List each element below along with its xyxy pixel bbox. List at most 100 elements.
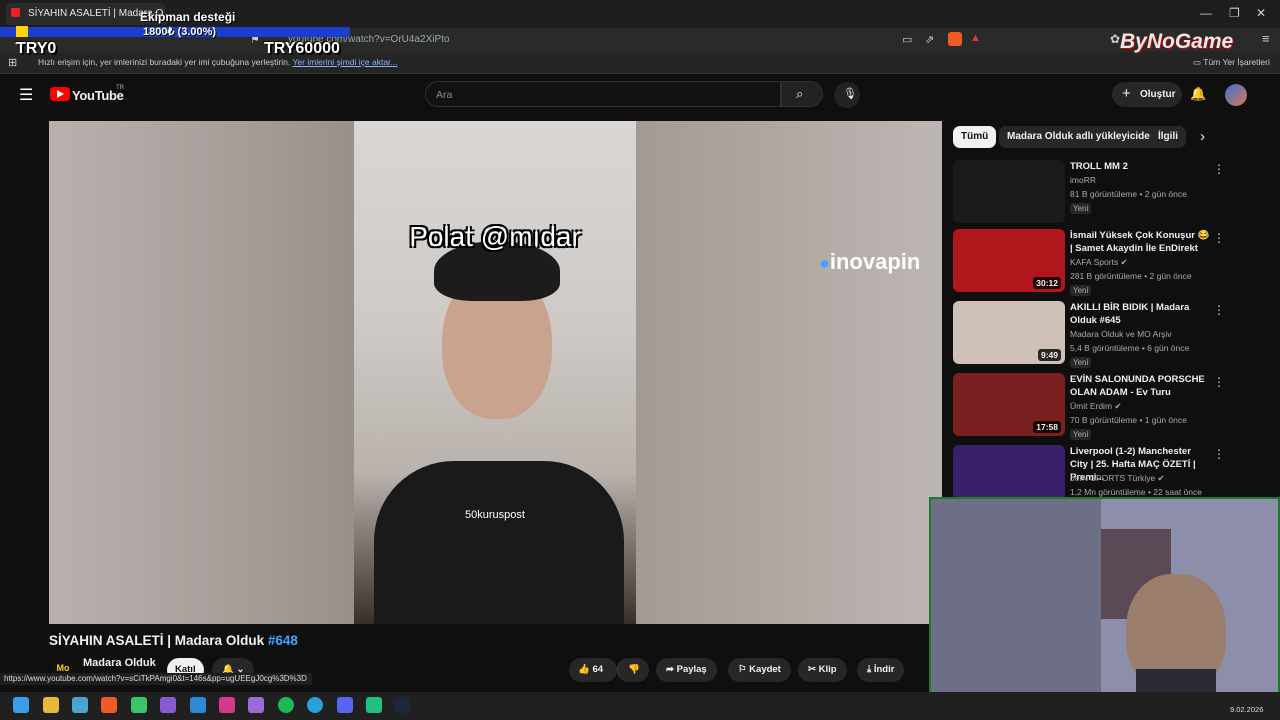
voice-search-button[interactable]: 🎙 xyxy=(834,82,860,108)
rec-channel[interactable]: beIN SPORTS Türkiye ✔ xyxy=(1070,473,1165,484)
video-watermark: 50kuruspost xyxy=(465,509,525,521)
new-badge: Yeni xyxy=(1070,357,1092,368)
new-badge: Yeni xyxy=(1070,203,1092,214)
channel-name[interactable]: Madara Olduk xyxy=(83,657,156,669)
share-icon[interactable]: ⇗ xyxy=(925,33,934,46)
import-bookmarks-link[interactable]: Yer imlerini şimdi içe aktar... xyxy=(292,57,397,67)
more-options-icon[interactable]: ⋮ xyxy=(1213,162,1225,176)
spotify-icon[interactable] xyxy=(278,697,294,713)
recommended-video[interactable]: TROLL MM 2 imoRR 81 B görüntüleme • 2 gün … xyxy=(953,160,1225,228)
extensions-icon[interactable]: ✿ xyxy=(1110,32,1120,46)
notifications-bell-icon[interactable]: 🔔 xyxy=(1190,86,1206,102)
instagram-icon[interactable] xyxy=(219,697,235,713)
app-icon[interactable] xyxy=(131,697,147,713)
video-player[interactable]: Polat @mıdar 50kuruspost ●inovapin xyxy=(49,121,942,624)
video-thumbnail[interactable] xyxy=(953,160,1065,223)
donation-progress-fill xyxy=(16,26,28,37)
vscode-icon[interactable] xyxy=(190,697,206,713)
video-title: SİYAHIN ASALETİ | Madara Olduk #648 xyxy=(49,633,298,648)
chevron-right-icon[interactable]: › xyxy=(1200,128,1205,145)
share-arrow-icon: ➦ xyxy=(666,664,674,675)
rec-meta: 1,2 Mn görüntüleme • 22 saat önce xyxy=(1070,487,1202,497)
rec-meta: 81 B görüntüleme • 2 gün önce xyxy=(1070,189,1187,199)
hamburger-icon[interactable]: ☰ xyxy=(19,85,33,105)
menu-icon[interactable]: ≡ xyxy=(1262,31,1270,46)
video-frame: Polat @mıdar 50kuruspost xyxy=(354,121,636,624)
like-button[interactable]: 👍 64 xyxy=(569,658,617,682)
donation-max: TRY60000 xyxy=(264,40,340,57)
minimize-icon[interactable]: — xyxy=(1200,6,1212,20)
video-overlay-text: Polat @mıdar xyxy=(409,221,581,252)
search-button[interactable]: ⌕ xyxy=(781,81,823,107)
new-badge: Yeni xyxy=(1070,429,1092,440)
chip-all[interactable]: Tümü xyxy=(953,126,997,148)
file-explorer-icon[interactable] xyxy=(43,697,59,713)
windows-start-icon[interactable] xyxy=(13,697,29,713)
video-duration: 9:49 xyxy=(1037,349,1061,361)
brave-shield-icon[interactable] xyxy=(948,32,962,46)
taskbar-date: 9.02.2026 xyxy=(1230,705,1264,714)
all-bookmarks-folder[interactable]: ▭ Tüm Yer İşaretleri xyxy=(1193,57,1270,68)
new-badge: Yeni xyxy=(1070,285,1092,296)
more-options-icon[interactable]: ⋮ xyxy=(1213,447,1225,461)
bynogame-logo: ByNoGame xyxy=(1120,30,1234,53)
rec-title[interactable]: İsmail Yüksek Çok Konuşur 😂 | Samet Akay… xyxy=(1070,229,1210,255)
rec-title[interactable]: TROLL MM 2 xyxy=(1070,160,1210,173)
pen-app-icon[interactable] xyxy=(248,697,264,713)
create-button[interactable]: + Oluştur xyxy=(1112,82,1182,107)
avatar[interactable] xyxy=(1225,84,1247,106)
chip-related[interactable]: İlgili xyxy=(1150,126,1186,148)
brave-browser-icon[interactable] xyxy=(101,697,117,713)
video-thumbnail[interactable]: 17:58 xyxy=(953,373,1065,436)
rec-channel[interactable]: imoRR xyxy=(1070,175,1096,185)
video-thumbnail[interactable]: 9:49 xyxy=(953,301,1065,364)
rec-meta: 281 B görüntüleme • 2 gün önce xyxy=(1070,271,1192,281)
thumbs-up-icon: 👍 xyxy=(578,664,590,675)
blurred-background-left xyxy=(49,121,354,624)
cast-icon[interactable]: ▭ xyxy=(902,33,912,46)
video-duration: 17:58 xyxy=(1033,421,1061,433)
donation-title: Ekipman desteği xyxy=(140,10,236,24)
search-icon: ⌕ xyxy=(796,86,804,101)
youtube-logo-icon[interactable] xyxy=(50,87,70,101)
share-button[interactable]: ➦ Paylaş xyxy=(656,658,717,682)
rec-title[interactable]: EVİN SALONUNDA PORSCHE OLAN ADAM - Ev Tu… xyxy=(1070,373,1210,399)
chip-uploader[interactable]: Madara Olduk adlı yükleyiciden xyxy=(999,126,1164,148)
rec-channel[interactable]: KAFA Sports ✔ xyxy=(1070,257,1128,268)
telegram-icon[interactable] xyxy=(307,697,323,713)
visual-studio-icon[interactable] xyxy=(160,697,176,713)
blurred-background-right xyxy=(636,121,942,624)
discord-icon[interactable] xyxy=(337,697,353,713)
sponsor-overlay: ●inovapin xyxy=(819,249,921,274)
rec-title[interactable]: AKILLI BİR BIDIK | Madara Olduk #645 xyxy=(1070,301,1210,327)
clip-button[interactable]: ✂ Klip xyxy=(798,658,847,682)
plus-icon: + xyxy=(1122,85,1131,102)
more-options-icon[interactable]: ⋮ xyxy=(1213,231,1225,245)
more-options-icon[interactable]: ⋮ xyxy=(1213,303,1225,317)
recommended-video[interactable]: 17:58 EVİN SALONUNDA PORSCHE OLAN ADAM - … xyxy=(953,373,1225,441)
more-options-icon[interactable]: ⋮ xyxy=(1213,375,1225,389)
status-url: https://www.youtube.com/watch?v=sCiTkPAm… xyxy=(0,673,312,685)
download-button[interactable]: ⤓ İndir xyxy=(857,658,905,682)
map-pin-icon: ● xyxy=(819,253,830,273)
photos-icon[interactable] xyxy=(72,697,88,713)
brave-rewards-icon[interactable]: ▲ xyxy=(970,32,981,44)
url-field[interactable]: youtube.com/watch?v=OrU4a2XiPto xyxy=(288,31,988,49)
rec-meta: 70 B görüntüleme • 1 gün önce xyxy=(1070,415,1187,425)
recommended-video[interactable]: 30:12 İsmail Yüksek Çok Konuşur 😂 | Samet… xyxy=(953,229,1225,297)
rec-channel[interactable]: Ümit Erdim ✔ xyxy=(1070,401,1122,412)
person-suit xyxy=(374,461,624,624)
rec-channel[interactable]: Madara Olduk ve MO Arşiv xyxy=(1070,329,1172,339)
video-thumbnail[interactable]: 30:12 xyxy=(953,229,1065,292)
save-icon: ⚐ xyxy=(738,664,747,675)
recommended-video[interactable]: 9:49 AKILLI BİR BIDIK | Madara Olduk #645… xyxy=(953,301,1225,369)
close-icon[interactable]: ✕ xyxy=(1256,6,1266,20)
youtube-favicon-icon xyxy=(11,8,20,17)
search-input[interactable]: Ara xyxy=(425,81,781,107)
steam-icon[interactable] xyxy=(395,697,411,713)
dislike-button[interactable]: 👎 xyxy=(617,658,649,682)
maximize-icon[interactable]: ❐ xyxy=(1229,6,1240,20)
thumbs-down-icon: 👎 xyxy=(628,664,640,675)
save-button[interactable]: ⚐ Kaydet xyxy=(728,658,791,682)
chat-app-icon[interactable] xyxy=(366,697,382,713)
